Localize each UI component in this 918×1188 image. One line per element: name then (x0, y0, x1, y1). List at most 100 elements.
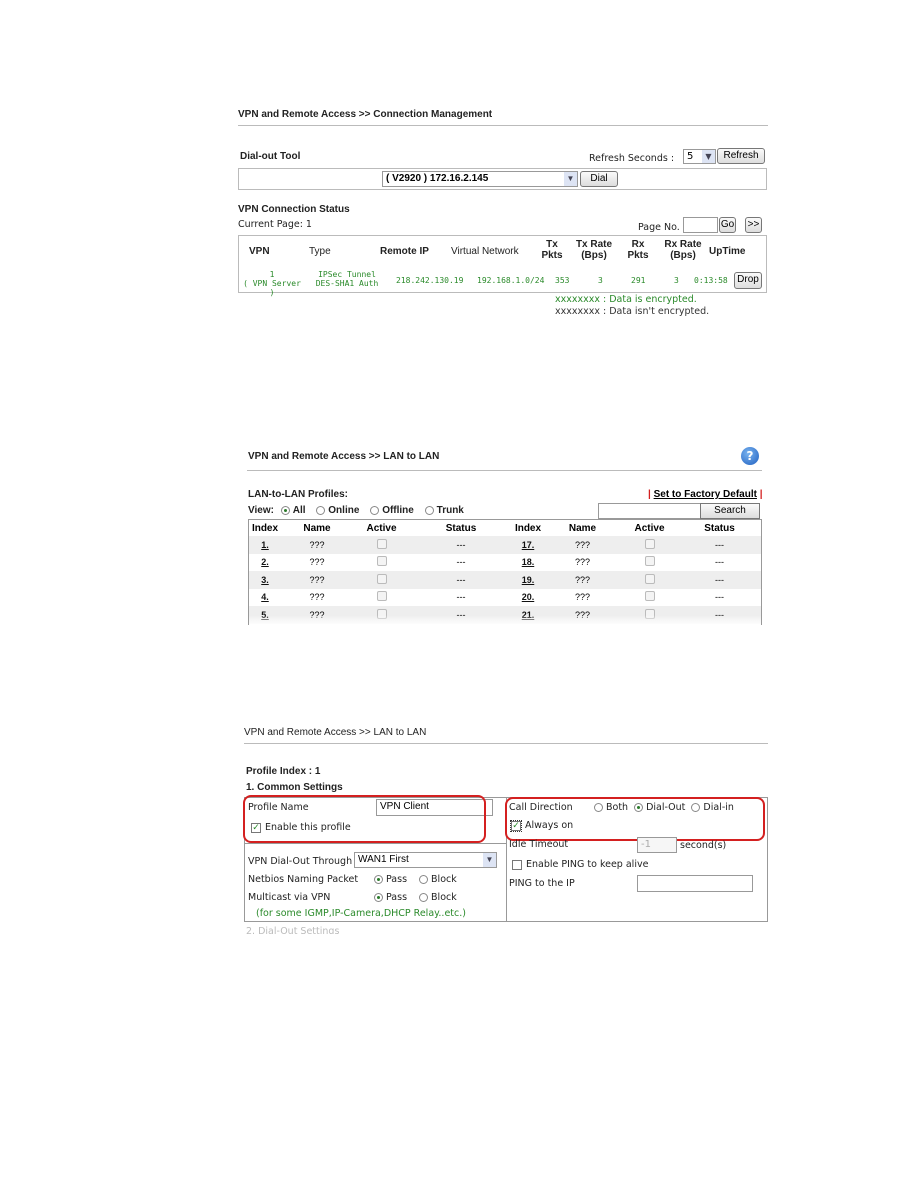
go-button[interactable]: Go (719, 217, 736, 233)
header-remote-ip: Remote IP (380, 246, 429, 257)
chevron-down-icon: ▼ (702, 150, 715, 163)
pass-label: Pass (386, 892, 408, 903)
netbios-label: Netbios Naming Packet (248, 874, 359, 885)
breadcrumb: VPN and Remote Access >> Connection Mana… (238, 109, 493, 120)
dial-out-through-label: VPN Dial-Out Through (248, 856, 353, 867)
profiles-table: Index Name Active Status Index Name Acti… (249, 520, 761, 625)
active-checkbox[interactable] (376, 556, 387, 567)
header-index-2: Index (514, 522, 542, 534)
highlight-profile-name (243, 795, 486, 843)
view-label: View: (248, 505, 274, 516)
profile-index-link[interactable]: 19. (522, 575, 535, 585)
multicast-options: Pass Block (374, 892, 457, 903)
view-trunk-label: Trunk (436, 505, 464, 516)
header-type: Type (309, 246, 331, 257)
tx-pkts-cell: 353 (555, 276, 570, 285)
profile-name: ??? (544, 536, 621, 554)
profile-status: --- (715, 592, 724, 603)
profile-status: --- (678, 571, 761, 589)
page-no-label: Page No. (638, 222, 680, 233)
profiles-label: LAN-to-LAN Profiles: (248, 489, 348, 500)
drop-button[interactable]: Drop (734, 272, 762, 289)
next-page-button[interactable]: >> (745, 217, 762, 233)
profile-index-link[interactable]: 18. (522, 557, 535, 567)
refresh-value: 5 (687, 151, 694, 162)
help-icon[interactable]: ? (741, 447, 759, 465)
profile-index-link[interactable]: 1. (261, 540, 269, 550)
refresh-seconds-label: Refresh Seconds : (589, 153, 675, 164)
dial-target-value: ( V2920 ) 172.16.2.145 (386, 173, 489, 184)
view-offline-label: Offline (382, 505, 414, 516)
legend-encrypted: xxxxxxxx : Data is encrypted. (555, 294, 697, 305)
profile-status: --- (410, 536, 512, 554)
profile-index-link[interactable]: 4. (261, 592, 269, 602)
common-settings-heading: 1. Common Settings (246, 782, 343, 793)
block-label: Block (431, 892, 457, 903)
view-offline-radio[interactable] (370, 505, 380, 515)
vpn-cell: 1( VPN Server ) (241, 270, 303, 297)
active-checkbox[interactable] (644, 573, 655, 584)
idle-timeout-input[interactable]: -1 (637, 837, 677, 853)
uptime-cell: 0:13:58 (694, 276, 728, 285)
current-page: Current Page: 1 (238, 219, 312, 230)
header-vpn: VPN (249, 246, 270, 257)
page-no-input[interactable] (683, 217, 718, 233)
active-checkbox[interactable] (376, 538, 387, 549)
active-checkbox[interactable] (644, 591, 655, 602)
netbios-pass-radio[interactable] (374, 875, 383, 884)
profile-status: --- (456, 592, 466, 603)
type-auth: DES-SHA1 Auth (315, 279, 379, 288)
profile-index-link[interactable]: 2. (261, 557, 269, 567)
refresh-seconds-select[interactable]: 5 ▼ (683, 149, 716, 164)
refresh-button[interactable]: Refresh (717, 148, 765, 164)
header-rx-rate: Rx Rate (Bps) (664, 239, 702, 261)
seconds-label: second(s) (680, 840, 727, 851)
ping-ip-input[interactable] (637, 875, 753, 892)
multicast-pass-radio[interactable] (374, 893, 383, 902)
breadcrumb: VPN and Remote Access >> LAN to LAN (244, 727, 427, 738)
profile-status: --- (715, 557, 724, 568)
table-row: 2. ??? --- 18. ??? --- (249, 554, 761, 572)
view-all-label: All (292, 505, 306, 516)
dial-target-select[interactable]: ( V2920 ) 172.16.2.145 ▼ (382, 171, 578, 187)
enable-ping-checkbox[interactable] (512, 859, 522, 870)
profile-index: Profile Index : 1 (246, 766, 321, 777)
profile-name: ??? (309, 557, 325, 568)
header-tx-rate: Tx Rate (Bps) (575, 239, 613, 261)
profile-status: --- (678, 536, 761, 554)
profile-index-link[interactable]: 17. (522, 540, 535, 550)
search-input[interactable] (598, 503, 701, 519)
active-checkbox[interactable] (644, 538, 655, 549)
search-button[interactable]: Search (700, 503, 760, 519)
active-checkbox[interactable] (376, 591, 387, 602)
dial-out-through-value: WAN1 First (358, 854, 409, 865)
remote-ip-cell: 218.242.130.19 (396, 276, 464, 285)
chevron-down-icon: ▼ (483, 853, 496, 867)
table-row: 1. ??? --- 17. ??? --- (249, 536, 761, 554)
multicast-block-radio[interactable] (419, 893, 429, 902)
netbios-block-radio[interactable] (419, 875, 429, 884)
profile-status: --- (410, 571, 512, 589)
header-index: Index (251, 522, 279, 534)
view-all-radio[interactable] (280, 505, 290, 515)
view-online-radio[interactable] (316, 505, 326, 515)
set-factory-default-link[interactable]: Set to Factory Default (654, 489, 757, 500)
profile-index-link[interactable]: 20. (522, 592, 535, 602)
profile-index-link[interactable]: 3. (261, 575, 269, 585)
dialout-tool-label: Dial-out Tool (240, 151, 301, 162)
multicast-note: (for some IGMP,IP-Camera,DHCP Relay..etc… (256, 908, 466, 919)
factory-default-wrap: | Set to Factory Default | (648, 489, 763, 500)
dial-out-through-select[interactable]: WAN1 First ▼ (354, 852, 497, 868)
type-cell: IPSec Tunnel DES-SHA1 Auth (311, 270, 383, 288)
view-trunk-radio[interactable] (424, 505, 434, 515)
table-row: 3. ??? --- 19. ??? --- (249, 571, 761, 589)
active-checkbox[interactable] (644, 556, 655, 567)
highlight-call-direction (505, 797, 765, 841)
view-filter: View: All Online Offline Trunk (248, 505, 464, 516)
profile-name: ??? (281, 571, 353, 589)
netbios-options: Pass Block (374, 874, 457, 885)
vpn-connection-status-label: VPN Connection Status (238, 204, 350, 215)
view-online-label: Online (328, 505, 360, 516)
active-checkbox[interactable] (376, 573, 387, 584)
dial-button[interactable]: Dial (580, 171, 618, 187)
